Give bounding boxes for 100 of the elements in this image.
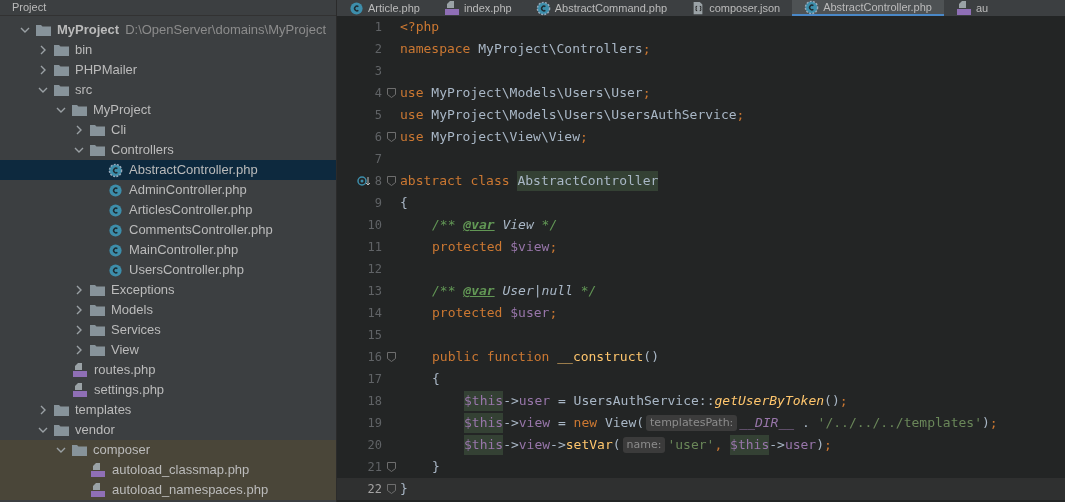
tree-item-label: AdminController.php <box>129 181 247 200</box>
chevron-down-icon[interactable] <box>38 425 48 435</box>
chevron-right-icon[interactable] <box>74 305 84 315</box>
tree-row[interactable]: AdminController.php <box>0 180 336 200</box>
code-token: = <box>556 414 567 433</box>
line-number: 9 <box>374 195 382 212</box>
tree-row[interactable]: MyProject D:\OpenServer\domains\MyProject <box>0 20 336 40</box>
chevron-down-icon[interactable] <box>56 445 66 455</box>
tree-row[interactable]: PHPMailer <box>0 60 336 80</box>
tree-row[interactable]: Models <box>0 300 336 320</box>
chevron-down-icon[interactable] <box>20 25 30 35</box>
folder-icon <box>36 24 51 36</box>
code-token: -> <box>503 436 519 455</box>
class-icon <box>804 0 820 15</box>
chevron-right-icon[interactable] <box>74 125 84 135</box>
fold-marker-icon[interactable] <box>386 462 396 472</box>
code-token: } <box>432 458 440 477</box>
fold-marker-icon[interactable] <box>386 88 396 98</box>
code-token: setVar <box>565 436 613 455</box>
tree-row[interactable]: View <box>0 340 336 360</box>
chevron-right-icon[interactable] <box>38 65 48 75</box>
editor-tab[interactable]: index.php <box>432 0 524 16</box>
chevron-right-icon[interactable] <box>74 285 84 295</box>
tree-row[interactable]: composer <box>0 440 336 460</box>
code-token: __DIR__ <box>739 414 795 433</box>
line-number: 22 <box>367 481 382 498</box>
chevron-down-icon[interactable] <box>56 105 66 115</box>
code-token: view <box>518 414 551 433</box>
fold-marker-icon[interactable] <box>386 132 396 142</box>
class-icon <box>108 222 123 238</box>
folder-icon <box>72 444 87 456</box>
parameter-hint: templatesPath: <box>646 414 738 432</box>
tab-label: index.php <box>464 2 512 14</box>
tree-row[interactable]: Controllers <box>0 140 336 160</box>
fold-marker-icon[interactable] <box>386 484 396 494</box>
code-token: { <box>432 370 440 389</box>
code-token: namespace <box>400 40 472 59</box>
editor-tab[interactable]: au <box>944 0 1001 16</box>
line-number: 10 <box>367 217 382 234</box>
editor-tab[interactable]: AbstractCommand.php <box>523 0 680 16</box>
code-token: <?php <box>400 18 440 37</box>
tree-row[interactable]: settings.php <box>0 380 336 400</box>
tree-item-label: src <box>75 81 93 100</box>
php-file-icon <box>90 462 106 478</box>
fold-marker-icon[interactable] <box>386 176 396 186</box>
php-file-icon <box>72 382 88 398</box>
code-token: use <box>400 128 425 147</box>
tree-row[interactable]: CommentsController.php <box>0 220 336 240</box>
tree-row[interactable]: Services <box>0 320 336 340</box>
tree-row[interactable]: routes.php <box>0 360 336 380</box>
editor-tab[interactable]: Article.php <box>337 0 432 16</box>
line-number: 4 <box>374 85 382 102</box>
code-editor[interactable] <box>337 16 1065 502</box>
tree-row[interactable]: MyProject <box>0 100 336 120</box>
tree-item-label: Cli <box>111 121 127 140</box>
tree-item-label: ArticlesController.php <box>129 201 253 220</box>
tree-row[interactable]: Exceptions <box>0 280 336 300</box>
fold-marker-icon[interactable] <box>386 352 396 362</box>
code-token: ; <box>642 40 651 59</box>
tree-row[interactable]: UsersController.php <box>0 260 336 280</box>
code-token: $this <box>730 435 770 455</box>
parameter-hint: name: <box>622 436 666 454</box>
code-token: View <box>501 216 534 235</box>
folder-icon <box>90 324 105 336</box>
chevron-right-icon[interactable] <box>74 345 84 355</box>
line-number: 19 <box>367 415 382 432</box>
code-token: ; <box>549 238 558 257</box>
code-token: */ <box>579 282 597 301</box>
editor-tab[interactable]: AbstractController.php <box>792 0 944 16</box>
tree-row[interactable]: MainController.php <box>0 240 336 260</box>
editor-tab[interactable]: composer.json <box>679 0 793 16</box>
line-number: 5 <box>374 107 382 124</box>
tree-item-label: View <box>111 341 139 360</box>
tree-row[interactable]: bin <box>0 40 336 60</box>
code-token: MyProject\View\View <box>431 128 581 147</box>
class-icon <box>535 0 551 16</box>
tree-item-label: UsersController.php <box>129 261 244 280</box>
tree-row[interactable]: autoload_namespaces.php <box>0 480 336 500</box>
line-number: 7 <box>374 151 382 168</box>
tree-row[interactable]: AbstractController.php <box>0 160 336 180</box>
panel-title[interactable]: Project <box>12 2 47 13</box>
chevron-down-icon[interactable] <box>38 85 48 95</box>
code-token: $this <box>464 435 504 455</box>
code-token: View( <box>604 414 645 433</box>
folder-icon <box>90 144 105 156</box>
implemented-marker-icon[interactable] <box>356 175 371 187</box>
code-token: /** <box>432 216 457 235</box>
chevron-right-icon[interactable] <box>38 405 48 415</box>
tree-row[interactable]: ArticlesController.php <box>0 200 336 220</box>
tree-row[interactable]: Cli <box>0 120 336 140</box>
folder-icon <box>72 104 87 116</box>
chevron-right-icon[interactable] <box>38 45 48 55</box>
tree-row[interactable]: vendor <box>0 420 336 440</box>
tree-row[interactable]: src <box>0 80 336 100</box>
chevron-down-icon[interactable] <box>74 145 84 155</box>
php-file-icon <box>956 0 972 16</box>
chevron-right-icon[interactable] <box>74 325 84 335</box>
tree-row[interactable]: autoload_classmap.php <box>0 460 336 480</box>
tree-row[interactable]: templates <box>0 400 336 420</box>
line-number: 1 <box>374 19 382 36</box>
